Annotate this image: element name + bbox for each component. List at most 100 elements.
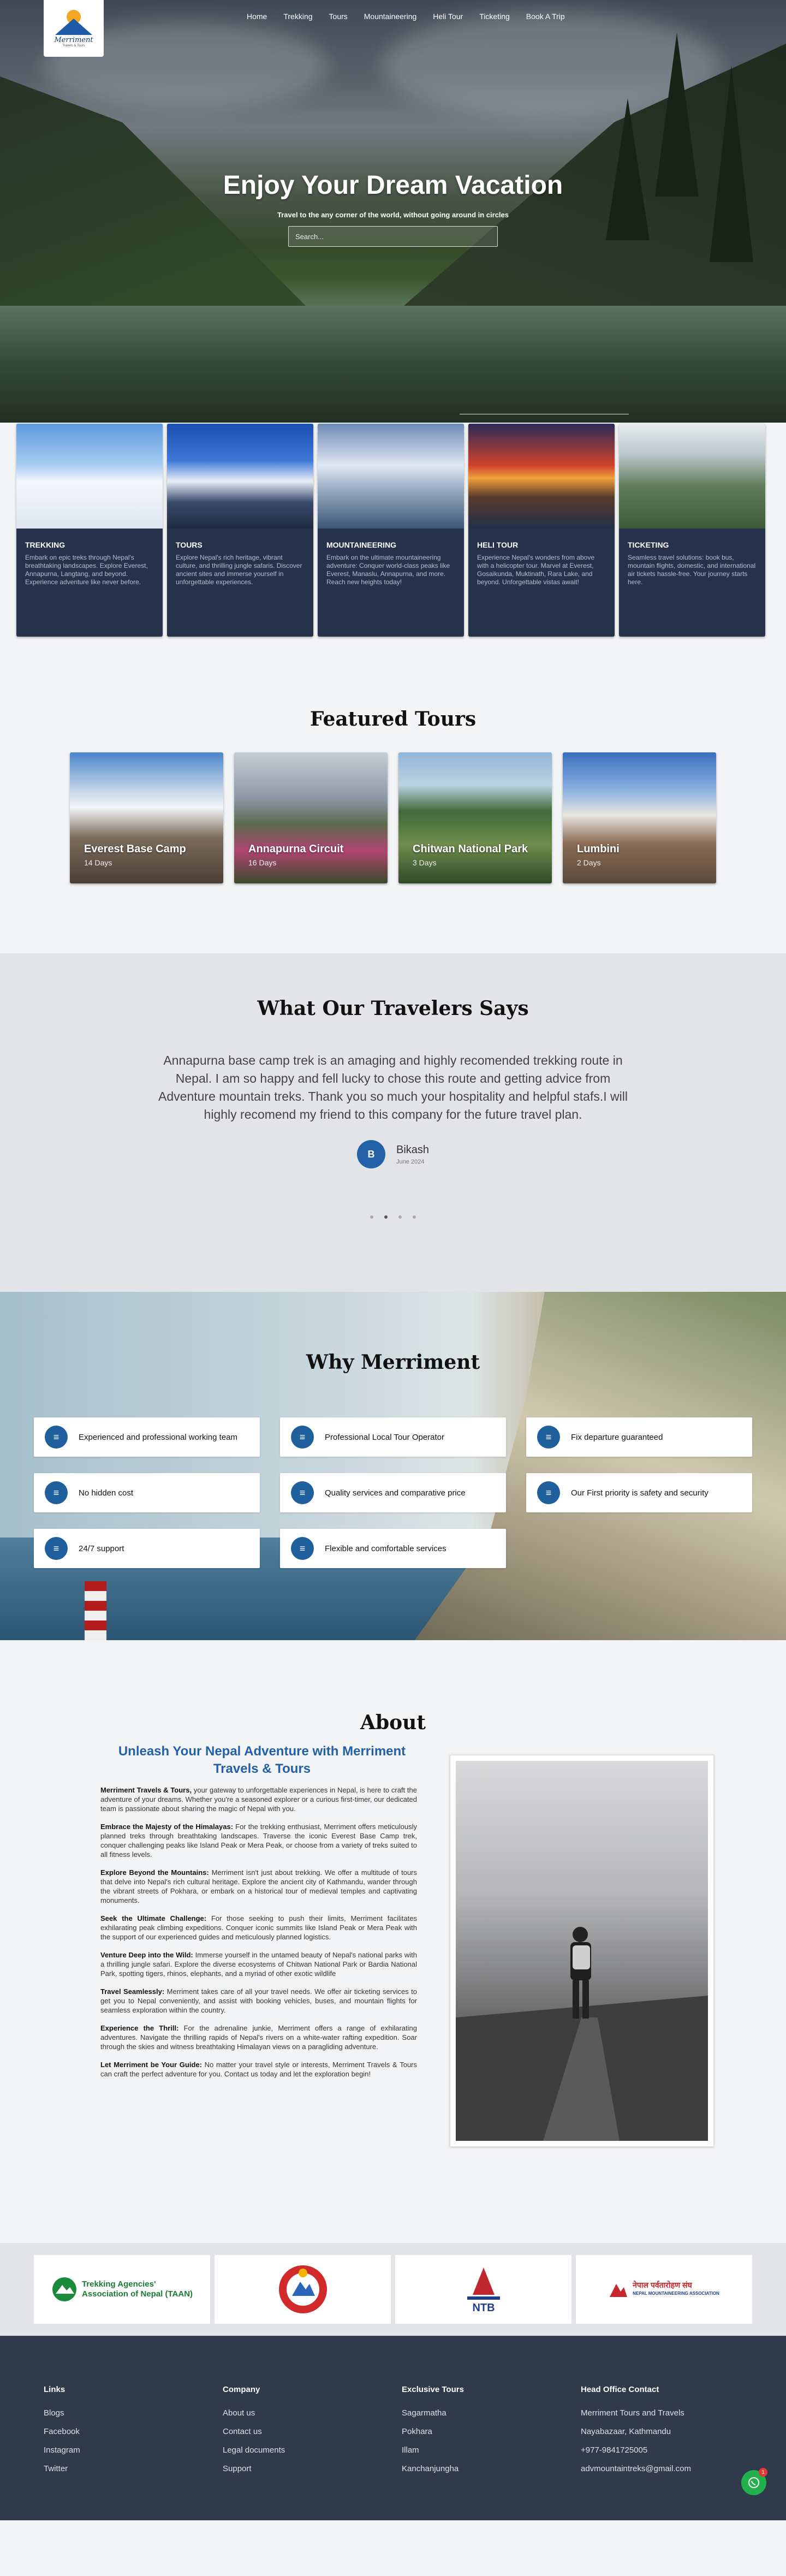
category-card-mountaineering[interactable]: MOUNTAINEERING Embark on the ultimate mo… xyxy=(318,424,464,637)
whatsapp-icon xyxy=(748,2477,759,2488)
footer-company-column: Company About us Contact us Legal docume… xyxy=(223,2385,386,2483)
why-feature: ≡ Professional Local Tour Operator xyxy=(280,1417,506,1457)
nav-home[interactable]: Home xyxy=(247,12,267,21)
carousel-dot[interactable] xyxy=(370,1215,373,1219)
footer-heading: Head Office Contact xyxy=(581,2385,659,2394)
testimonial-title: What Our Travelers Says xyxy=(257,997,529,1020)
hero-section: Merriment Travels & Tours Home Trekking … xyxy=(0,0,786,423)
brand-logo[interactable]: Merriment Travels & Tours xyxy=(44,0,104,57)
paragraph-lead: Venture Deep into the Wild: xyxy=(100,1951,193,1959)
footer-link-illam[interactable]: Illam xyxy=(402,2446,565,2455)
category-title: HELI TOUR xyxy=(477,541,519,549)
hiker-illustration xyxy=(456,1927,708,2141)
office-address: Nayabazaar, Kathmandu xyxy=(581,2427,671,2436)
office-phone[interactable]: +977-9841725005 xyxy=(581,2446,745,2455)
tour-card[interactable]: Annapurna Circuit 16 Days xyxy=(234,752,388,883)
tour-days: 3 Days xyxy=(413,858,437,867)
office-name: Merriment Tours and Travels xyxy=(581,2408,684,2418)
tour-days: 2 Days xyxy=(577,858,601,867)
partner-logo-government-nepal[interactable] xyxy=(215,2255,391,2324)
footer-link-kanchanjungha[interactable]: Kanchanjungha xyxy=(402,2464,565,2473)
about-heading: Unleash Your Nepal Adventure with Merrim… xyxy=(118,1744,406,1776)
carousel-dot[interactable] xyxy=(413,1215,416,1219)
main-menu: Home Trekking Tours Mountaineering Heli … xyxy=(247,12,581,21)
nav-mountaineering[interactable]: Mountaineering xyxy=(364,12,417,21)
paragraph-lead: Let Merriment be Your Guide: xyxy=(100,2061,202,2069)
why-feature-text: Flexible and comfortable services xyxy=(325,1544,446,1553)
nav-ticketing[interactable]: Ticketing xyxy=(479,12,510,21)
about-paragraph: Experience the Thrill: For the adrenalin… xyxy=(100,2023,417,2051)
paragraph-lead: Experience the Thrill: xyxy=(100,2024,179,2032)
footer-link-contact[interactable]: Contact us xyxy=(223,2427,386,2436)
partner-logo-ntb[interactable]: NTB xyxy=(395,2255,571,2324)
avatar: B xyxy=(356,1140,385,1168)
sliders-icon: ≡ xyxy=(45,1426,68,1449)
mountaineering-image xyxy=(318,424,464,529)
nav-book-a-trip[interactable]: Book A Trip xyxy=(526,12,565,21)
footer-link-twitter[interactable]: Twitter xyxy=(44,2464,207,2473)
nav-trekking[interactable]: Trekking xyxy=(283,12,312,21)
hero-search-input[interactable] xyxy=(288,226,498,247)
ntb-logo-icon: NTB xyxy=(467,2268,500,2314)
carousel-dot-active[interactable] xyxy=(384,1215,388,1219)
nav-tours[interactable]: Tours xyxy=(329,12,348,21)
brand-tagline: Travels & Tours xyxy=(62,44,85,48)
sliders-icon: ≡ xyxy=(291,1481,314,1504)
testimonial-section: What Our Travelers Says Annapurna base c… xyxy=(0,953,786,1292)
top-nav: Merriment Travels & Tours Home Trekking … xyxy=(0,0,786,57)
hero-subtitle: Travel to the any corner of the world, w… xyxy=(277,211,509,219)
paragraph-lead: Travel Seamlessly: xyxy=(100,1987,165,1996)
category-card-tours[interactable]: TOURS Explore Nepal's rich heritage, vib… xyxy=(167,424,313,637)
why-feature-text: Professional Local Tour Operator xyxy=(325,1432,445,1442)
partner-logo-taan[interactable]: Trekking Agencies' Association of Nepal … xyxy=(34,2255,210,2324)
category-text: Embark on epic treks through Nepal's bre… xyxy=(25,554,148,586)
footer-link-facebook[interactable]: Facebook xyxy=(44,2427,207,2436)
footer-link-about[interactable]: About us xyxy=(223,2408,386,2418)
why-feature: ≡ 24/7 support xyxy=(34,1529,260,1568)
featured-tours: Everest Base Camp 14 Days Annapurna Circ… xyxy=(0,752,786,953)
category-card-heli-tour[interactable]: HELI TOUR Experience Nepal's wonders fro… xyxy=(468,424,615,637)
footer-link-support[interactable]: Support xyxy=(223,2464,386,2473)
ticketing-image xyxy=(619,424,765,529)
tour-name: Lumbini xyxy=(577,843,620,855)
hiker-image xyxy=(456,1761,708,2141)
footer-link-legal[interactable]: Legal documents xyxy=(223,2446,386,2455)
carousel-dot[interactable] xyxy=(398,1215,402,1219)
footer-link-blogs[interactable]: Blogs xyxy=(44,2408,207,2418)
category-card-ticketing[interactable]: TICKETING Seamless travel solutions: boo… xyxy=(619,424,765,637)
author-name: Bikash xyxy=(396,1143,430,1156)
category-card-trekking[interactable]: TREKKING Embark on epic treks through Ne… xyxy=(16,424,163,637)
footer-link-instagram[interactable]: Instagram xyxy=(44,2446,207,2455)
mountain-icon xyxy=(55,18,92,35)
footer-link-sagarmatha[interactable]: Sagarmatha xyxy=(402,2408,565,2418)
tour-days: 14 Days xyxy=(84,858,112,867)
footer-link-pokhara[interactable]: Pokhara xyxy=(402,2427,565,2436)
nav-heli-tour[interactable]: Heli Tour xyxy=(433,12,463,21)
category-title: TREKKING xyxy=(25,541,66,549)
about-title: About xyxy=(360,1711,426,1734)
category-text: Explore Nepal's rich heritage, vibrant c… xyxy=(176,554,302,586)
office-email[interactable]: advmountaintreks@gmail.com xyxy=(581,2464,745,2473)
tour-card[interactable]: Chitwan National Park 3 Days xyxy=(398,752,552,883)
footer-exclusive-column: Exclusive Tours Sagarmatha Pokhara Illam… xyxy=(402,2385,565,2483)
sliders-icon: ≡ xyxy=(291,1537,314,1560)
tour-name: Annapurna Circuit xyxy=(248,843,344,855)
category-text: Embark on the ultimate mountaineering ad… xyxy=(326,554,450,586)
about-paragraph: Travel Seamlessly: Merriment takes care … xyxy=(100,1987,417,2015)
ntb-wordmark: NTB xyxy=(472,2302,495,2314)
whatsapp-chat-button[interactable]: 1 xyxy=(741,2468,767,2495)
tour-card[interactable]: Lumbini 2 Days xyxy=(563,752,716,883)
partner-logo-nma[interactable]: नेपाल पर्वतारोहण संघ NEPAL MOUNTAINEERIN… xyxy=(576,2255,752,2324)
category-text: Experience Nepal's wonders from above wi… xyxy=(477,554,595,586)
why-section: Why Merriment ≡ Experienced and professio… xyxy=(0,1292,786,1640)
tour-card[interactable]: Everest Base Camp 14 Days xyxy=(70,752,223,883)
why-feature-text: No hidden cost xyxy=(79,1488,134,1498)
category-cards: TREKKING Embark on epic treks through Ne… xyxy=(0,417,786,637)
why-feature: ≡ Our First priority is safety and securi… xyxy=(526,1473,752,1512)
why-feature-text: Our First priority is safety and securit… xyxy=(571,1488,708,1498)
paragraph-lead: Embrace the Majesty of the Himalayas: xyxy=(100,1823,234,1831)
footer-heading: Exclusive Tours xyxy=(402,2385,464,2394)
why-feature-text: Experienced and professional working tea… xyxy=(79,1432,237,1442)
nma-logo-icon xyxy=(610,2284,628,2297)
sliders-icon: ≡ xyxy=(45,1537,68,1560)
